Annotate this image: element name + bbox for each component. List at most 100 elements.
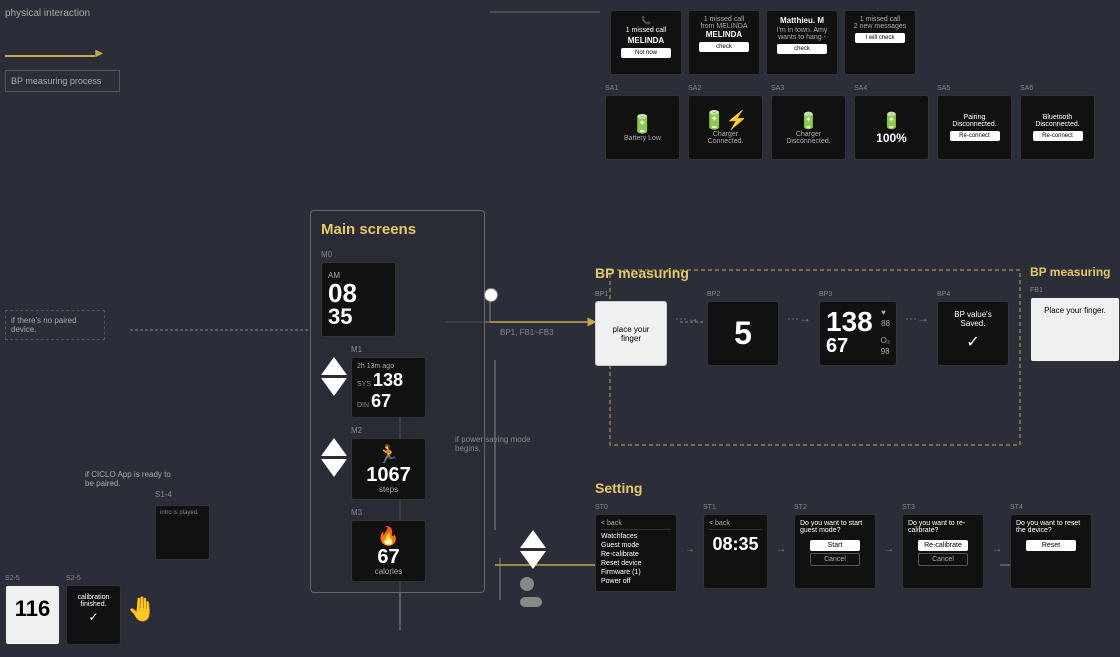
down-arrow-btn[interactable] — [321, 378, 347, 396]
st3-confirm-btn[interactable]: Re-calibrate — [918, 540, 968, 551]
physical-interaction-label: physical interaction — [5, 8, 90, 19]
sa3-text: Charger Disconnected. — [777, 131, 840, 145]
m3-card: 🔥 67 calories — [351, 520, 426, 582]
m3-icon: 🔥 — [357, 526, 420, 547]
st0-poweroff: Power off — [601, 577, 671, 586]
st4-id: ST4 — [1010, 504, 1092, 511]
bp1-text: place your finger — [604, 325, 658, 343]
bp3-sys: 138 — [826, 308, 873, 336]
st1-card: < back 08:35 — [703, 514, 768, 589]
st0-firmware: Firmware (1) — [601, 568, 671, 577]
sa1-card: 🔋 Battery Low — [605, 95, 680, 160]
sa2-text: Charger Connected. — [694, 131, 757, 145]
bp-screens-row: BP1 place your finger ···→ BP2 5 ···→ BP… — [595, 291, 1015, 366]
m2-steps: 1067 — [357, 465, 420, 485]
m2-id: M2 — [351, 426, 426, 435]
st2-confirm-btn[interactable]: Start — [810, 540, 860, 551]
sa3-icon: 🔋 — [799, 111, 819, 131]
st2-id: ST2 — [794, 504, 876, 511]
sa5-id: SA5 — [937, 85, 1012, 92]
sa6-id: SA6 — [1020, 85, 1095, 92]
canvas: physical interaction ▶ BP measuring proc… — [0, 0, 1120, 657]
s2-5b-card: calibration finished. ✓ — [66, 585, 121, 645]
m1-sys-label: SYS — [357, 381, 371, 388]
st2-st3-arrow: → — [884, 544, 894, 555]
bp1-card: place your finger — [595, 301, 667, 366]
setting-down-arrow[interactable] — [520, 551, 546, 569]
st1-id: ST1 — [703, 504, 768, 511]
setting-circle — [520, 577, 534, 591]
m3-calories: 67 — [357, 547, 420, 567]
s2-5b-id-label: S2-5 — [66, 575, 121, 582]
sa3-card: 🔋 Charger Disconnected. — [771, 95, 846, 160]
st0-resetdevice: Reset device — [601, 559, 671, 568]
sa2-icon: 🔋⚡ — [703, 110, 748, 131]
s2-5-card-light: 116 — [5, 585, 60, 645]
s2-5b-check: ✓ — [71, 610, 116, 624]
bp2-card: 5 — [707, 301, 779, 366]
notif-4-btn[interactable]: I will check — [855, 33, 905, 43]
s2-5-number: 116 — [10, 596, 55, 622]
up-arrow-btn-2[interactable] — [321, 438, 347, 456]
notif-4-line1: 1 missed call — [850, 16, 910, 23]
notif-3-line1: I'm in town. Amy wants to hang - — [772, 27, 832, 41]
sa1-text: Battery Low — [624, 135, 661, 142]
sa5-text: Pairing Disconnected. — [943, 114, 1006, 128]
sa6-card: Bluetooth Disconnected. Re-connect — [1020, 95, 1095, 160]
m1-card: 2h 13m ago SYS 138 DIN 67 — [351, 357, 426, 418]
bp2-number: 5 — [734, 315, 752, 352]
st1-back: < back — [709, 520, 762, 530]
sa5-card: Pairing Disconnected. Re-connect — [937, 95, 1012, 160]
notif-3-btn[interactable]: check — [777, 44, 827, 54]
s1-4-label: S1-4 — [155, 490, 172, 499]
setting-up-arrow[interactable] — [520, 530, 546, 548]
circle-connector-1 — [484, 288, 498, 302]
bp4-card: BP value's Saved. ✓ — [937, 301, 1009, 366]
st0-back: < back — [601, 520, 671, 530]
bp3-id: BP3 — [819, 291, 897, 298]
notif-card-3: Matthieu. M I'm in town. Amy wants to ha… — [766, 10, 838, 75]
fb1-card: Place your finger. — [1030, 297, 1120, 362]
up-arrow-btn[interactable] — [321, 357, 347, 375]
notif-card-1: 📞 1 missed call MELINDA Not now — [610, 10, 682, 75]
notif-2-btn[interactable]: check — [699, 42, 749, 52]
st0-guestmode: Guest mode — [601, 541, 671, 550]
st4-confirm-btn[interactable]: Reset — [1026, 540, 1076, 551]
bp-measuring-section: BP measuring BP1 place your finger ···→ … — [595, 265, 1015, 366]
sa5-btn[interactable]: Re-connect — [950, 131, 1000, 141]
setting-title: Setting — [595, 480, 1120, 496]
st2-question: Do you want to start guest mode? — [800, 520, 870, 534]
st2-cancel-btn[interactable]: Cancel — [810, 553, 860, 566]
notif-1-line1: 1 missed call — [616, 27, 676, 34]
main-screens-title: Main screens — [321, 221, 474, 238]
bp3-dia: 88 — [881, 319, 890, 328]
bp3-card: 138 ♥ 88 67 O₂ 98 — [819, 301, 897, 366]
sa6-btn[interactable]: Re-connect — [1033, 131, 1083, 141]
notif-card-4: 1 missed call 2 new messages I will chec… — [844, 10, 916, 75]
fb-section: BP measuring FB1 Place your finger. — [1030, 265, 1120, 362]
setting-screens-row: ST0 < back Watchfaces Guest mode Re-cali… — [595, 504, 1120, 592]
st3-question: Do you want to re-calibrate? — [908, 520, 978, 534]
s1-4-card: intro is played. — [155, 505, 210, 560]
down-arrow-btn-2[interactable] — [321, 459, 347, 477]
st0-card: < back Watchfaces Guest mode Re-calibrat… — [595, 514, 677, 592]
m1-din-label: DIN — [357, 402, 369, 409]
bp1-id: BP1 — [595, 291, 667, 298]
sa3-id: SA3 — [771, 85, 846, 92]
st3-cancel-btn[interactable]: Cancel — [918, 553, 968, 566]
sa4-text: 100% — [876, 131, 907, 145]
st4-question: Do you want to reset the device? — [1016, 520, 1086, 534]
notif-1-btn[interactable]: Not now — [621, 48, 671, 58]
bp3-o2: 67 — [826, 336, 848, 356]
m1-sys-value: 138 — [373, 370, 403, 391]
sa1-icon: 🔋 — [631, 114, 653, 135]
st3-card: Do you want to re-calibrate? Re-calibrat… — [902, 514, 984, 589]
m0-min: 35 — [328, 306, 389, 328]
bp4-check: ✓ — [946, 332, 1000, 352]
s2-5-id-label: S2-5 — [5, 575, 60, 582]
if-power-saving-text: if power saving mode begins, — [455, 435, 545, 453]
bp2-id: BP2 — [707, 291, 779, 298]
notif-2-from: 1 missed call — [694, 16, 754, 23]
notif-1-name2: MELINDA — [616, 36, 676, 45]
bp1-bp2-arrow: ···→ — [675, 311, 699, 325]
